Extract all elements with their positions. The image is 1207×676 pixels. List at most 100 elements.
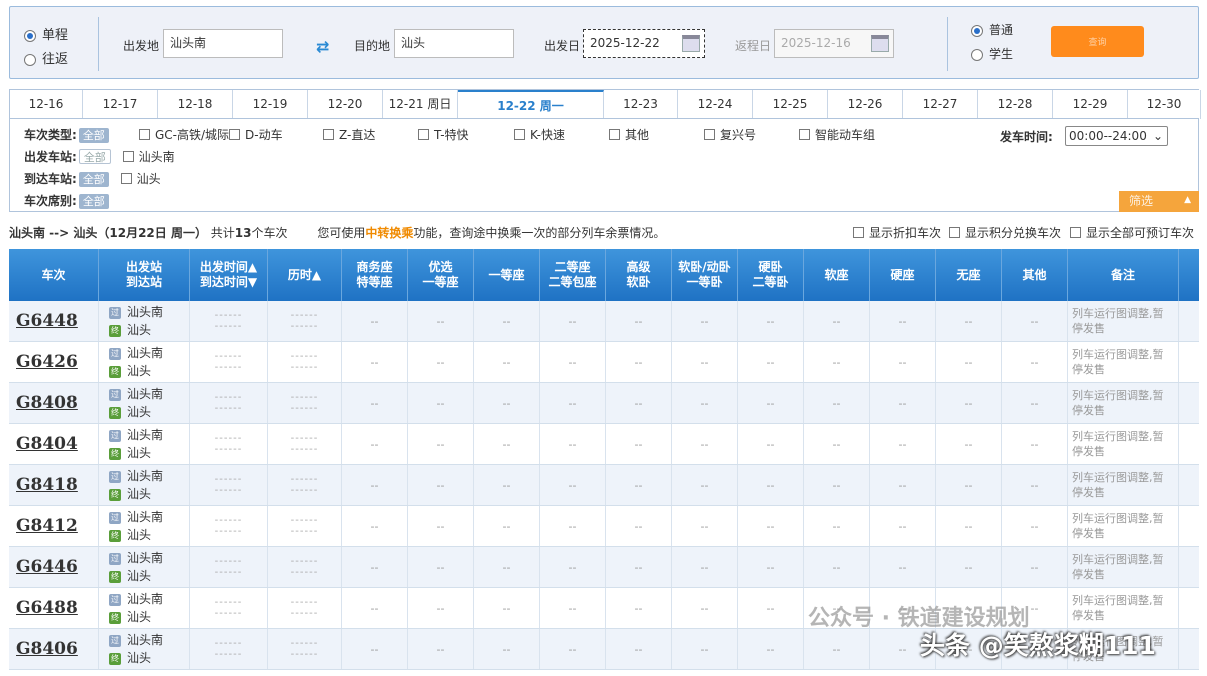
show-bookable-checkbox[interactable]: 显示全部可预订车次 <box>1070 224 1194 241</box>
duration-day: ------ <box>290 321 319 332</box>
remark: 列车运行图调整,暂停发售 <box>1068 547 1179 587</box>
transfer-link[interactable]: 中转换乘 <box>365 226 413 240</box>
duration-day: ------ <box>290 567 319 578</box>
arrive-time: ------ <box>214 608 243 619</box>
depart-station-checkbox[interactable]: 汕头南 <box>122 150 175 164</box>
table-row: G8412 过汕头南终汕头 ------ ------ ------ ------ -- --… <box>9 506 1199 547</box>
arrive-station-checkbox[interactable]: 汕头 <box>120 172 161 186</box>
all-arrive-stations-button[interactable]: 全部 <box>78 172 109 187</box>
date-tab[interactable]: 12-24 <box>678 90 753 119</box>
seat-availability: -- <box>870 547 936 587</box>
train-number-link[interactable]: G8412 <box>16 516 78 536</box>
seat-availability: -- <box>408 629 474 669</box>
duration-day: ------ <box>290 485 319 496</box>
seat-availability: -- <box>738 424 804 464</box>
from-station: 过汕头南 <box>109 387 164 401</box>
pass-station-icon: 过 <box>109 635 121 647</box>
seat-availability: -- <box>606 301 672 341</box>
train-number-link[interactable]: G8418 <box>16 475 78 495</box>
column-header: 商务座 特等座 <box>342 249 408 301</box>
all-seat-classes-button[interactable]: 全部 <box>78 194 109 209</box>
terminal-station-icon: 终 <box>109 366 121 378</box>
table-row: G8404 过汕头南终汕头 ------ ------ ------ ------ -- --… <box>9 424 1199 465</box>
remark: 列车运行图调整,暂停发售 <box>1068 424 1179 464</box>
seat-availability: -- <box>408 588 474 628</box>
arrive-time: ------ <box>214 567 243 578</box>
terminal-station-icon: 终 <box>109 489 121 501</box>
train-type-checkbox[interactable]: 智能动车组 <box>799 126 875 143</box>
all-types-button[interactable]: 全部 <box>78 128 109 143</box>
seat-availability: -- <box>936 424 1002 464</box>
date-tab[interactable]: 12-18 <box>158 90 233 119</box>
seat-availability: -- <box>804 301 870 341</box>
seat-availability: -- <box>342 301 408 341</box>
to-station: 终汕头 <box>109 405 152 419</box>
depart-time-select[interactable]: 00:00--24:00 ⌄ <box>1065 126 1168 146</box>
train-type-checkbox[interactable]: 复兴号 <box>704 126 756 143</box>
date-tab[interactable]: 12-20 <box>308 90 383 119</box>
seat-availability: -- <box>672 342 738 382</box>
date-tab[interactable]: 12-17 <box>83 90 158 119</box>
seat-availability: -- <box>606 547 672 587</box>
from-input[interactable]: 汕头南 <box>163 29 283 58</box>
depart-time: ------ <box>214 474 243 485</box>
date-tab[interactable]: 12-23 <box>604 90 678 119</box>
train-type-checkbox[interactable]: 其他 <box>609 126 649 143</box>
show-discount-checkbox[interactable]: 显示折扣车次 <box>853 224 941 241</box>
train-type-checkbox[interactable]: D-动车 <box>229 126 283 143</box>
seat-availability: -- <box>540 342 606 382</box>
train-type-checkbox[interactable]: T-特快 <box>418 126 469 143</box>
train-type-checkbox[interactable]: Z-直达 <box>323 126 375 143</box>
date-tab[interactable]: 12-26 <box>828 90 903 119</box>
date-tab[interactable]: 12-19 <box>233 90 308 119</box>
train-type-checkbox[interactable]: K-快速 <box>514 126 565 143</box>
round-trip-radio[interactable]: 往返 <box>24 48 68 67</box>
show-points-checkbox[interactable]: 显示积分兑换车次 <box>949 224 1061 241</box>
seat-availability: -- <box>342 465 408 505</box>
return-date-input[interactable]: 2025-12-16 <box>774 29 894 58</box>
calendar-icon[interactable] <box>871 35 889 52</box>
one-way-radio[interactable]: 单程 <box>24 24 68 43</box>
date-tab[interactable]: 12-25 <box>753 90 828 119</box>
filter-button[interactable]: 筛选 ▲ <box>1119 191 1199 212</box>
query-button[interactable]: 查询 <box>1051 26 1144 57</box>
date-tab[interactable]: 12-16 <box>10 90 83 119</box>
column-header[interactable]: 历时▲ <box>268 249 342 301</box>
seat-availability: -- <box>870 383 936 423</box>
normal-ticket-radio[interactable]: 普通 <box>971 21 1013 38</box>
date-tab[interactable]: 12-22 周一 <box>458 90 604 121</box>
train-number-link[interactable]: G8404 <box>16 434 78 454</box>
student-ticket-radio[interactable]: 学生 <box>971 45 1013 62</box>
date-tab[interactable]: 12-21 周日 <box>383 90 458 119</box>
train-number-link[interactable]: G6446 <box>16 557 78 577</box>
train-number-link[interactable]: G6448 <box>16 311 78 331</box>
all-depart-stations-button[interactable]: 全部 <box>78 149 111 164</box>
seat-availability: -- <box>606 629 672 669</box>
date-tab[interactable]: 12-29 <box>1053 90 1128 119</box>
train-number-link[interactable]: G8406 <box>16 639 78 659</box>
train-number-link[interactable]: G6488 <box>16 598 78 618</box>
column-header[interactable]: 出发时间▲ 到达时间▼ <box>190 249 268 301</box>
column-header: 其他 <box>1002 249 1068 301</box>
terminal-station-icon: 终 <box>109 530 121 542</box>
arrive-time: ------ <box>214 485 243 496</box>
checkbox-icon <box>514 129 525 140</box>
checkbox-icon <box>609 129 620 140</box>
pass-station-icon: 过 <box>109 512 121 524</box>
to-input[interactable]: 汕头 <box>394 29 514 58</box>
seat-availability: -- <box>408 424 474 464</box>
swap-icon[interactable]: ⇄ <box>316 37 329 56</box>
date-tab[interactable]: 12-28 <box>978 90 1053 119</box>
train-type-row: 车次类型: 全部 <box>24 126 109 143</box>
depart-date-input[interactable]: 2025-12-22 <box>583 29 705 58</box>
seat-availability: -- <box>540 588 606 628</box>
train-number-link[interactable]: G8408 <box>16 393 78 413</box>
date-tab[interactable]: 12-27 <box>903 90 978 119</box>
train-number-link[interactable]: G6426 <box>16 352 78 372</box>
seat-availability: -- <box>342 424 408 464</box>
train-type-checkbox[interactable]: GC-高铁/城际 <box>139 126 229 143</box>
date-tab[interactable]: 12-30 <box>1128 90 1201 119</box>
calendar-icon[interactable] <box>682 35 700 52</box>
from-station: 过汕头南 <box>109 469 164 483</box>
terminal-station-icon: 终 <box>109 612 121 624</box>
